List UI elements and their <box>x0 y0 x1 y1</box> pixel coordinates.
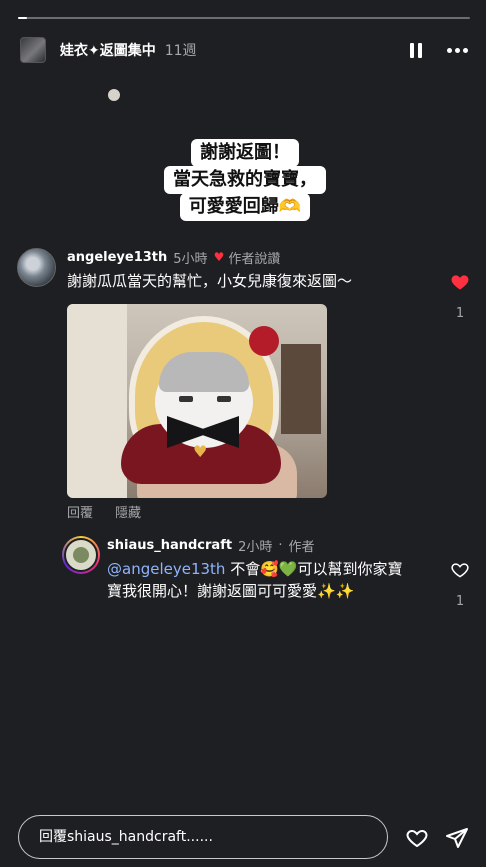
comment-timestamp: 2小時 <box>238 539 273 555</box>
story-timestamp: 11週 <box>164 43 197 59</box>
comment-username[interactable]: shiaus_handcraft <box>107 538 232 553</box>
comment-meta: angeleye13th 5小時 ♥ 作者說讚 <box>67 248 471 267</box>
author-liked-label: 作者說讚 <box>228 251 281 267</box>
sticker-line: 當天急救的寶寶， <box>164 166 326 194</box>
heart-icon[interactable] <box>450 272 470 292</box>
reply-input[interactable] <box>39 829 367 845</box>
reply-bar <box>18 815 388 859</box>
story-username[interactable]: 娃衣✦返圖集中 <box>60 40 156 60</box>
story-avatar[interactable] <box>20 37 120 101</box>
sticker-line: 可愛愛回歸🫶 <box>179 193 311 221</box>
comment-reply: shiaus_handcraft 2小時 · 作者 @angeleye13th … <box>62 536 471 609</box>
commenter-avatar[interactable] <box>62 536 100 574</box>
sticker-line: 謝謝返圖！ <box>191 139 299 167</box>
story-progress-bar <box>18 17 470 19</box>
commenter-avatar[interactable] <box>17 248 56 287</box>
like-count: 1 <box>455 594 465 609</box>
comment-photo[interactable]: ♥ <box>67 304 327 498</box>
separator-dot: · <box>278 537 283 553</box>
send-icon[interactable] <box>445 826 469 850</box>
reply-button[interactable]: 回覆 <box>67 502 93 521</box>
comment-timestamp: 5小時 <box>173 251 208 267</box>
hide-button[interactable]: 隱藏 <box>115 502 141 521</box>
heart-icon[interactable] <box>405 826 429 850</box>
story-header: 娃衣✦返圖集中 11週 <box>20 37 468 101</box>
story-header-actions <box>410 42 468 58</box>
comment-like: 1 <box>449 560 471 609</box>
comment-actions: 回覆 隱藏 <box>67 502 471 521</box>
comment: angeleye13th 5小時 ♥ 作者說讚 謝謝瓜瓜當天的幫忙，小女兒康復來… <box>17 248 471 521</box>
comment-meta: shiaus_handcraft 2小時 · 作者 <box>107 536 471 555</box>
more-icon[interactable] <box>447 47 468 53</box>
comment-text: 謝謝瓜瓜當天的幫忙，小女兒康復來返圖～ <box>67 272 353 290</box>
heart-icon[interactable] <box>450 560 470 580</box>
author-liked-heart-icon: ♥ <box>213 250 225 264</box>
story-progress-fill <box>18 17 28 19</box>
like-count: 1 <box>455 306 465 321</box>
comment-like: 1 <box>449 272 471 321</box>
mention-link[interactable]: @angeleye13th <box>107 560 225 578</box>
comment-text: @angeleye13th 不會🥰💚可以幫到你家寶寶我很開心！謝謝返圖可可愛愛✨… <box>107 558 417 602</box>
story-text-sticker: 謝謝返圖！ 當天急救的寶寶， 可愛愛回歸🫶 <box>145 139 345 221</box>
pause-icon[interactable] <box>410 42 422 58</box>
author-label: 作者 <box>288 539 315 555</box>
comment-username[interactable]: angeleye13th <box>67 250 167 265</box>
